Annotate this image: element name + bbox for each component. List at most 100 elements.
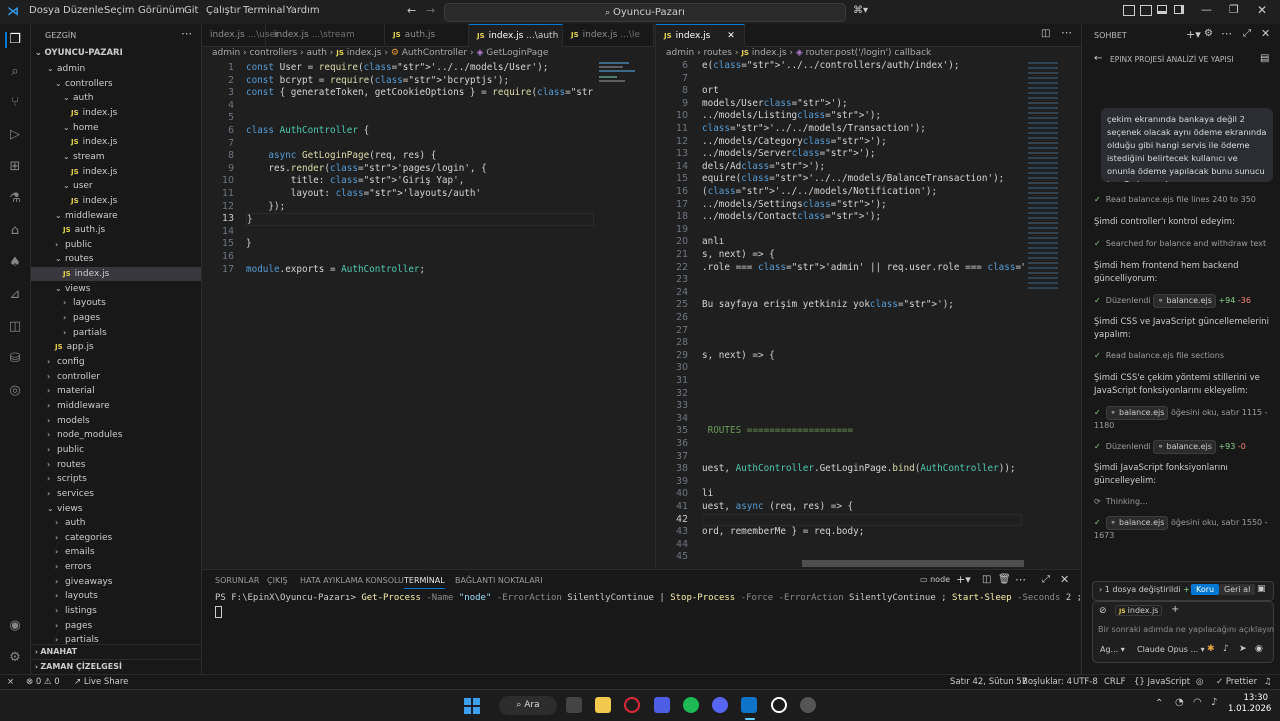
chat-settings-icon[interactable]: ⚙ — [1204, 28, 1213, 39]
remote-indicator[interactable]: ⨯ — [7, 675, 14, 689]
close-panel-icon[interactable]: ✕ — [1060, 573, 1069, 586]
crumb[interactable]: index.js — [752, 48, 787, 58]
menu-yardim[interactable]: Yardım — [286, 5, 320, 16]
more-actions-icon[interactable]: ⋯ — [181, 27, 192, 40]
tree-folder[interactable]: › pages — [31, 619, 201, 633]
tab-index-user[interactable]: index.js ...\user — [202, 24, 279, 46]
tab-index-stream[interactable]: index.js ...\stream — [266, 24, 385, 46]
tree-folder[interactable]: ⌄ stream — [31, 150, 201, 164]
file-chip[interactable]: ⚬ balance.ejs — [1153, 440, 1216, 454]
tree-file[interactable]: JS index.js — [31, 135, 201, 149]
indentation[interactable]: Boşluklar: 4 — [1022, 675, 1072, 689]
chat-view-icon[interactable]: ◎ — [7, 383, 23, 399]
new-chat-icon[interactable]: +▾ — [1186, 28, 1201, 41]
tree-folder[interactable]: ⌄ middleware — [31, 209, 201, 223]
model-dropdown[interactable]: Claude Opus ... ▾ — [1137, 645, 1205, 654]
layout-toggle-panel-icon[interactable] — [1140, 5, 1152, 16]
crumb[interactable]: GetLoginPage — [486, 48, 548, 58]
tab-routes-index[interactable]: JS index.js ✕ — [656, 24, 745, 47]
attach-icon[interactable]: ⊘ — [1099, 606, 1107, 616]
outline-section[interactable]: › ANAHAT — [31, 644, 201, 658]
menu-terminal[interactable]: Terminal — [243, 5, 285, 16]
menu-duzenle[interactable]: Düzenle — [63, 5, 104, 16]
tree-folder[interactable]: › giveaways — [31, 575, 201, 589]
close-chat-icon[interactable]: ✕ — [1261, 27, 1270, 40]
tree-file[interactable]: JS index.js — [31, 106, 201, 120]
tree-folder[interactable]: ⌄ home — [31, 121, 201, 135]
layout-toggle-bottom-icon[interactable] — [1157, 5, 1167, 14]
tree-file[interactable]: JS app.js — [31, 340, 201, 354]
close-tab-icon[interactable]: ✕ — [727, 31, 735, 41]
restore-icon[interactable]: ❐ — [1229, 3, 1239, 16]
tree-file[interactable]: JS index.js — [31, 267, 201, 282]
menu-secim[interactable]: Seçim — [104, 5, 135, 16]
problems-indicator[interactable]: ⊗ 0 ⚠ 0 — [26, 675, 60, 689]
tree-folder[interactable]: ⌄ controllers — [31, 77, 201, 91]
menu-dosya[interactable]: Dosya — [29, 5, 60, 16]
tree-folder[interactable]: › listings — [31, 604, 201, 618]
send-icon[interactable]: ➤ — [1239, 644, 1247, 654]
cursor-position[interactable]: Satır 42, Sütun 57 — [950, 675, 1027, 689]
run-debug-icon[interactable]: ▷ — [7, 127, 23, 143]
tree-folder[interactable]: › categories — [31, 531, 201, 545]
tree-folder[interactable]: › controller — [31, 370, 201, 384]
tree-folder[interactable]: ⌄ views — [31, 282, 201, 296]
tray-chevron-icon[interactable]: ⌃ — [1155, 698, 1163, 709]
code-editor-right[interactable]: 6 e(class="str">'../../controllers/auth/i… — [656, 58, 1024, 568]
tree-folder[interactable]: › services — [31, 487, 201, 501]
tree-folder[interactable]: › pages — [31, 311, 201, 325]
workspace-root[interactable]: ⌄ OYUNCU-PAZARI — [35, 48, 123, 58]
undo-button[interactable]: Geri al — [1219, 584, 1256, 595]
command-center-search[interactable]: ⌕ Oyuncu-Pazarı — [444, 3, 846, 22]
tree-folder[interactable]: › partials — [31, 633, 201, 644]
maximize-panel-icon[interactable]: ⤢ — [1042, 574, 1050, 585]
layout-toggle-sidebar-icon[interactable] — [1123, 5, 1135, 16]
tree-folder[interactable]: › node_modules — [31, 428, 201, 442]
tree-folder[interactable]: › config — [31, 355, 201, 369]
tree-folder[interactable]: › public — [31, 443, 201, 457]
terminal-cursor[interactable] — [215, 606, 222, 618]
start-button-icon[interactable] — [464, 698, 480, 714]
panel-tab-terminal[interactable]: TERMİNAL — [404, 576, 445, 589]
keep-button[interactable]: Koru — [1191, 584, 1220, 595]
opera-icon[interactable] — [624, 697, 640, 713]
tree-file[interactable]: JS index.js — [31, 194, 201, 208]
file-chip[interactable]: ⚬ balance.ejs — [1105, 516, 1169, 530]
crumb[interactable]: admin — [666, 48, 694, 58]
remote-explorer-icon[interactable]: ⌂ — [7, 223, 23, 239]
clock[interactable]: 13:30 1.01.2026 — [1228, 693, 1271, 715]
tab-index-auth[interactable]: JS index.js ...\auth — [469, 24, 563, 47]
volume-icon[interactable]: ♪ — [1211, 697, 1217, 708]
tree-folder[interactable]: › material — [31, 384, 201, 398]
menu-git[interactable]: Git — [184, 5, 198, 16]
tree-folder[interactable]: ⌄ user — [31, 179, 201, 193]
terminal-selector[interactable]: ▭ node — [920, 575, 950, 584]
search-view-icon[interactable]: ⌕ — [7, 64, 23, 80]
account-icon[interactable]: ◉ — [7, 618, 23, 634]
panel-more-icon[interactable]: ⋯ — [1015, 573, 1026, 586]
taskbar-search[interactable]: ⌕ Ara — [499, 696, 557, 715]
crumb[interactable]: controllers — [250, 48, 298, 58]
minimap-left[interactable] — [594, 60, 644, 90]
split-editor-icon[interactable]: ◫ — [1041, 28, 1050, 39]
prettier-status[interactable]: ✓ Prettier — [1216, 675, 1257, 689]
tree-folder[interactable]: › partials — [31, 326, 201, 340]
app-icon[interactable] — [771, 697, 787, 713]
panel-tab-ports[interactable]: BAĞLANTI NOKTALARI — [455, 576, 543, 585]
tree-folder[interactable]: › routes — [31, 458, 201, 472]
crumb[interactable]: routes — [704, 48, 732, 58]
file-chip[interactable]: ⚬ balance.ejs — [1153, 294, 1216, 308]
panel-tab-output[interactable]: ÇIKIŞ — [267, 576, 288, 585]
editor-more-icon[interactable]: ⋯ — [1061, 26, 1072, 39]
spotify-icon[interactable] — [683, 697, 699, 713]
split-terminal-icon[interactable]: ◫ — [982, 574, 991, 585]
tree-folder[interactable]: › middleware — [31, 399, 201, 413]
code-editor-left[interactable]: 1 const User = require(class="str">'../..… — [202, 60, 594, 568]
menu-gorunum[interactable]: Görünüm — [138, 5, 185, 16]
language-mode[interactable]: {} JavaScript — [1134, 675, 1190, 689]
wifi-icon[interactable]: ◠ — [1193, 697, 1202, 708]
tree-folder[interactable]: › layouts — [31, 296, 201, 310]
vscode-taskbar-icon[interactable] — [741, 697, 757, 713]
mongodb-icon[interactable]: ♠ — [7, 255, 23, 271]
forward-arrow-icon[interactable]: → — [426, 4, 435, 17]
